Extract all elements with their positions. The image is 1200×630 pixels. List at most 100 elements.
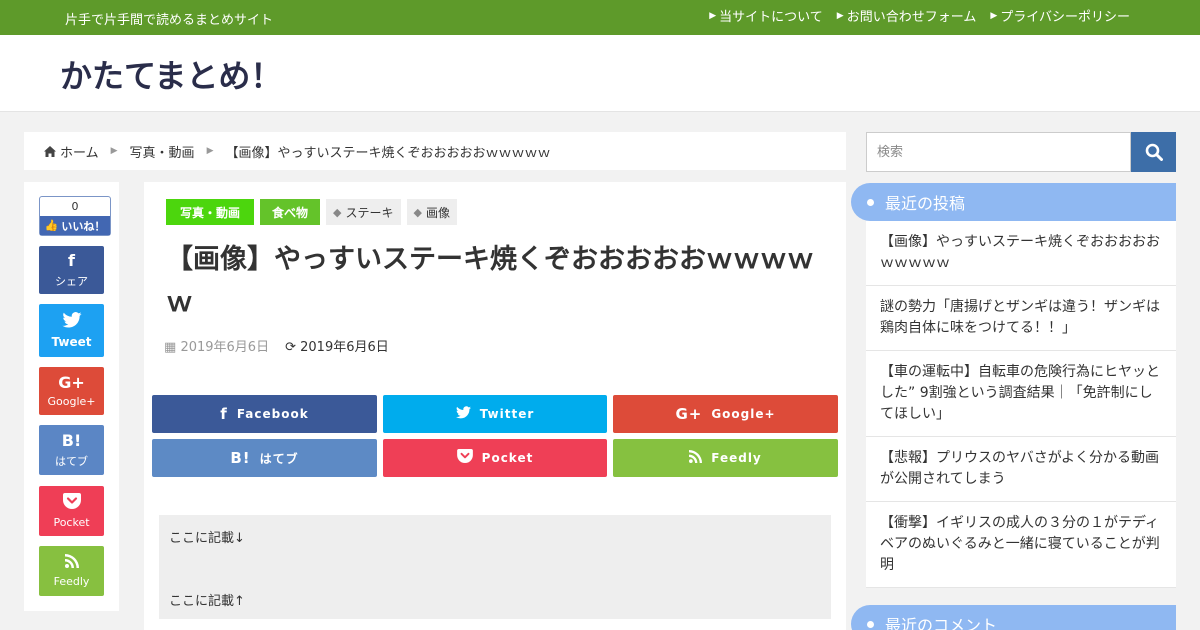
article-title: 【画像】やっすいステーキ焼くぞおおおおおｗｗｗｗｗ: [166, 244, 814, 318]
category-label-food[interactable]: 食べ物: [260, 199, 321, 225]
nav-link-about-label: 当サイトについて: [719, 10, 823, 25]
nav-link-contact-label: お問い合わせフォーム: [846, 10, 977, 25]
tag-icon: ◆: [413, 205, 422, 219]
facebook-icon: f: [68, 250, 75, 270]
pocket-icon: [456, 449, 473, 467]
breadcrumb-home-label: ホーム: [60, 145, 99, 161]
site-tagline: 片手で片手間で読めるまとめサイト: [65, 13, 274, 28]
pocket-share-button[interactable]: Pocket: [39, 486, 104, 536]
hatena-icon: B!: [61, 430, 82, 450]
category-label-photo-video[interactable]: 写真・動画: [166, 199, 255, 225]
breadcrumb: ホーム ▶ 写真・動画 ▶ 【画像】やっすいステーキ焼くぞおおおおおｗｗｗｗｗ: [24, 132, 846, 170]
search-icon: [1145, 143, 1163, 161]
calendar-icon: ▦: [164, 340, 177, 355]
search-form: [866, 132, 1176, 172]
share-googleplus-button[interactable]: G+ Google+: [613, 395, 838, 433]
top-nav: ▶ 当サイトについて ▶ お問い合わせフォーム ▶ プライバシーポリシー: [709, 6, 1130, 25]
rss-icon: [689, 449, 703, 467]
hatena-icon: B!: [230, 449, 251, 467]
tag-image-label: 画像: [425, 205, 450, 220]
share-feedly-button[interactable]: Feedly: [613, 439, 838, 477]
caret-right-icon: ▶: [110, 146, 118, 156]
share-buttons-grid: f Facebook Twitter G+ Google+ B! はてブ Pocket…: [152, 395, 838, 477]
googleplus-share-button[interactable]: G+ Google+: [39, 367, 104, 415]
facebook-share-label: シェア: [55, 274, 88, 288]
share-pocket-label: Pocket: [481, 451, 534, 465]
bullet-icon: [867, 199, 874, 206]
caret-right-icon: ▶: [709, 10, 717, 21]
recent-posts-list: 【画像】やっすいステーキ焼くぞおおおおおｗｗｗｗｗ 謎の勢力「唐揚げとザンギは違…: [866, 221, 1176, 588]
recent-comments-heading: 最近のコメント: [851, 605, 1176, 630]
article-content-box: ここに記載↓ ここに記載↑: [159, 515, 831, 619]
article-dates: ▦ 2019年6月6日 ⟳ 2019年6月6日: [164, 336, 389, 355]
twitter-bird-icon: [455, 405, 471, 423]
nav-link-privacy[interactable]: ▶ プライバシーポリシー: [990, 6, 1130, 25]
breadcrumb-current: 【画像】やっすいステーキ焼くぞおおおおおｗｗｗｗｗ: [225, 145, 551, 161]
share-feedly-label: Feedly: [711, 451, 762, 465]
googleplus-icon: G+: [675, 405, 703, 423]
caret-right-icon: ▶: [836, 10, 844, 21]
home-icon: [44, 145, 56, 157]
published-date: ▦ 2019年6月6日: [164, 336, 269, 355]
updated-date: ⟳ 2019年6月6日: [285, 336, 389, 355]
like-button[interactable]: 👍 いいね！: [40, 216, 110, 235]
pocket-icon: [62, 493, 81, 513]
caret-right-icon: ▶: [206, 146, 214, 156]
recent-post-link[interactable]: 【車の運転中】自転車の危険行為にヒヤッとした” 9割強という調査結果｜「免許制に…: [866, 351, 1176, 437]
search-input[interactable]: [866, 132, 1131, 172]
share-twitter-button[interactable]: Twitter: [383, 395, 607, 433]
rss-icon: [64, 554, 79, 572]
twitter-share-button[interactable]: Tweet: [39, 304, 104, 357]
hatena-share-button[interactable]: B! はてブ: [39, 425, 104, 475]
facebook-share-button[interactable]: f シェア: [39, 246, 104, 294]
recent-posts-heading: 最近の投稿: [851, 183, 1176, 221]
share-facebook-button[interactable]: f Facebook: [152, 395, 377, 433]
breadcrumb-home[interactable]: ホーム: [44, 142, 99, 161]
content-line: ここに記載↑: [169, 594, 245, 609]
tag-image[interactable]: ◆ 画像: [406, 199, 457, 225]
tag-steak[interactable]: ◆ ステーキ: [326, 199, 401, 225]
share-pocket-button[interactable]: Pocket: [383, 439, 607, 477]
search-button[interactable]: [1131, 132, 1176, 172]
top-bar: 片手で片手間で読めるまとめサイト ▶ 当サイトについて ▶ お問い合わせフォーム ▶…: [0, 0, 1200, 35]
recent-post-link[interactable]: 【画像】やっすいステーキ焼くぞおおおおおｗｗｗｗｗ: [866, 221, 1176, 286]
googleplus-share-label: Google+: [47, 395, 96, 408]
site-title[interactable]: かたてまとめ！: [60, 51, 282, 97]
like-label: いいね！: [61, 219, 106, 233]
recent-post-link[interactable]: 【悲報】プリウスのヤバさがよく分かる動画が公開されてしまう: [866, 437, 1176, 502]
article: 写真・動画 食べ物 ◆ ステーキ ◆ 画像 【画像】やっすいステーキ焼くぞおおおおお…: [144, 182, 846, 630]
share-googleplus-label: Google+: [711, 407, 776, 421]
nav-link-contact[interactable]: ▶ お問い合わせフォーム: [837, 6, 977, 25]
share-sidebar: 0 👍 いいね！ f シェア Tweet G+ Google+ B! はてブ Po…: [24, 182, 119, 611]
facebook-icon: f: [220, 405, 228, 423]
share-hatena-label: はてブ: [259, 451, 299, 466]
bullet-icon: [867, 621, 874, 628]
content-line: ここに記載↓: [169, 531, 245, 546]
nav-link-privacy-label: プライバシーポリシー: [1000, 10, 1130, 25]
feedly-share-label: Feedly: [53, 575, 90, 588]
nav-link-about[interactable]: ▶ 当サイトについて: [709, 6, 823, 25]
pocket-share-label: Pocket: [53, 516, 90, 529]
twitter-share-label: Tweet: [51, 335, 92, 349]
share-facebook-label: Facebook: [236, 407, 309, 421]
caret-right-icon: ▶: [990, 10, 998, 21]
recent-post-link[interactable]: 【衝撃】イギリスの成人の３分の１がテディベアのぬいぐるみと一緒に寝ていることが判…: [866, 502, 1176, 588]
feedly-share-button[interactable]: Feedly: [39, 546, 104, 596]
like-count: 0: [71, 200, 79, 213]
googleplus-icon: G+: [58, 373, 85, 392]
published-date-label: 2019年6月6日: [180, 340, 270, 355]
facebook-like-box[interactable]: 0 👍 いいね！: [39, 196, 111, 236]
updated-date-label: 2019年6月6日: [300, 340, 389, 355]
breadcrumb-category[interactable]: 写真・動画: [130, 142, 195, 161]
recent-comments-title: 最近のコメント: [885, 616, 998, 630]
share-hatena-button[interactable]: B! はてブ: [152, 439, 377, 477]
share-twitter-label: Twitter: [479, 407, 535, 421]
site-header: かたてまとめ！: [0, 35, 1200, 112]
article-tags: 写真・動画 食べ物 ◆ ステーキ ◆ 画像: [166, 199, 457, 225]
recent-post-link[interactable]: 謎の勢力「唐揚げとザンギは違う！ザンギは鶏肉自体に味をつけてる！！」: [866, 286, 1176, 351]
recent-posts-title: 最近の投稿: [885, 194, 966, 213]
tag-steak-label: ステーキ: [345, 205, 394, 220]
thumbs-up-icon: 👍: [44, 219, 59, 232]
twitter-bird-icon: [61, 312, 82, 332]
refresh-icon: ⟳: [285, 340, 296, 355]
